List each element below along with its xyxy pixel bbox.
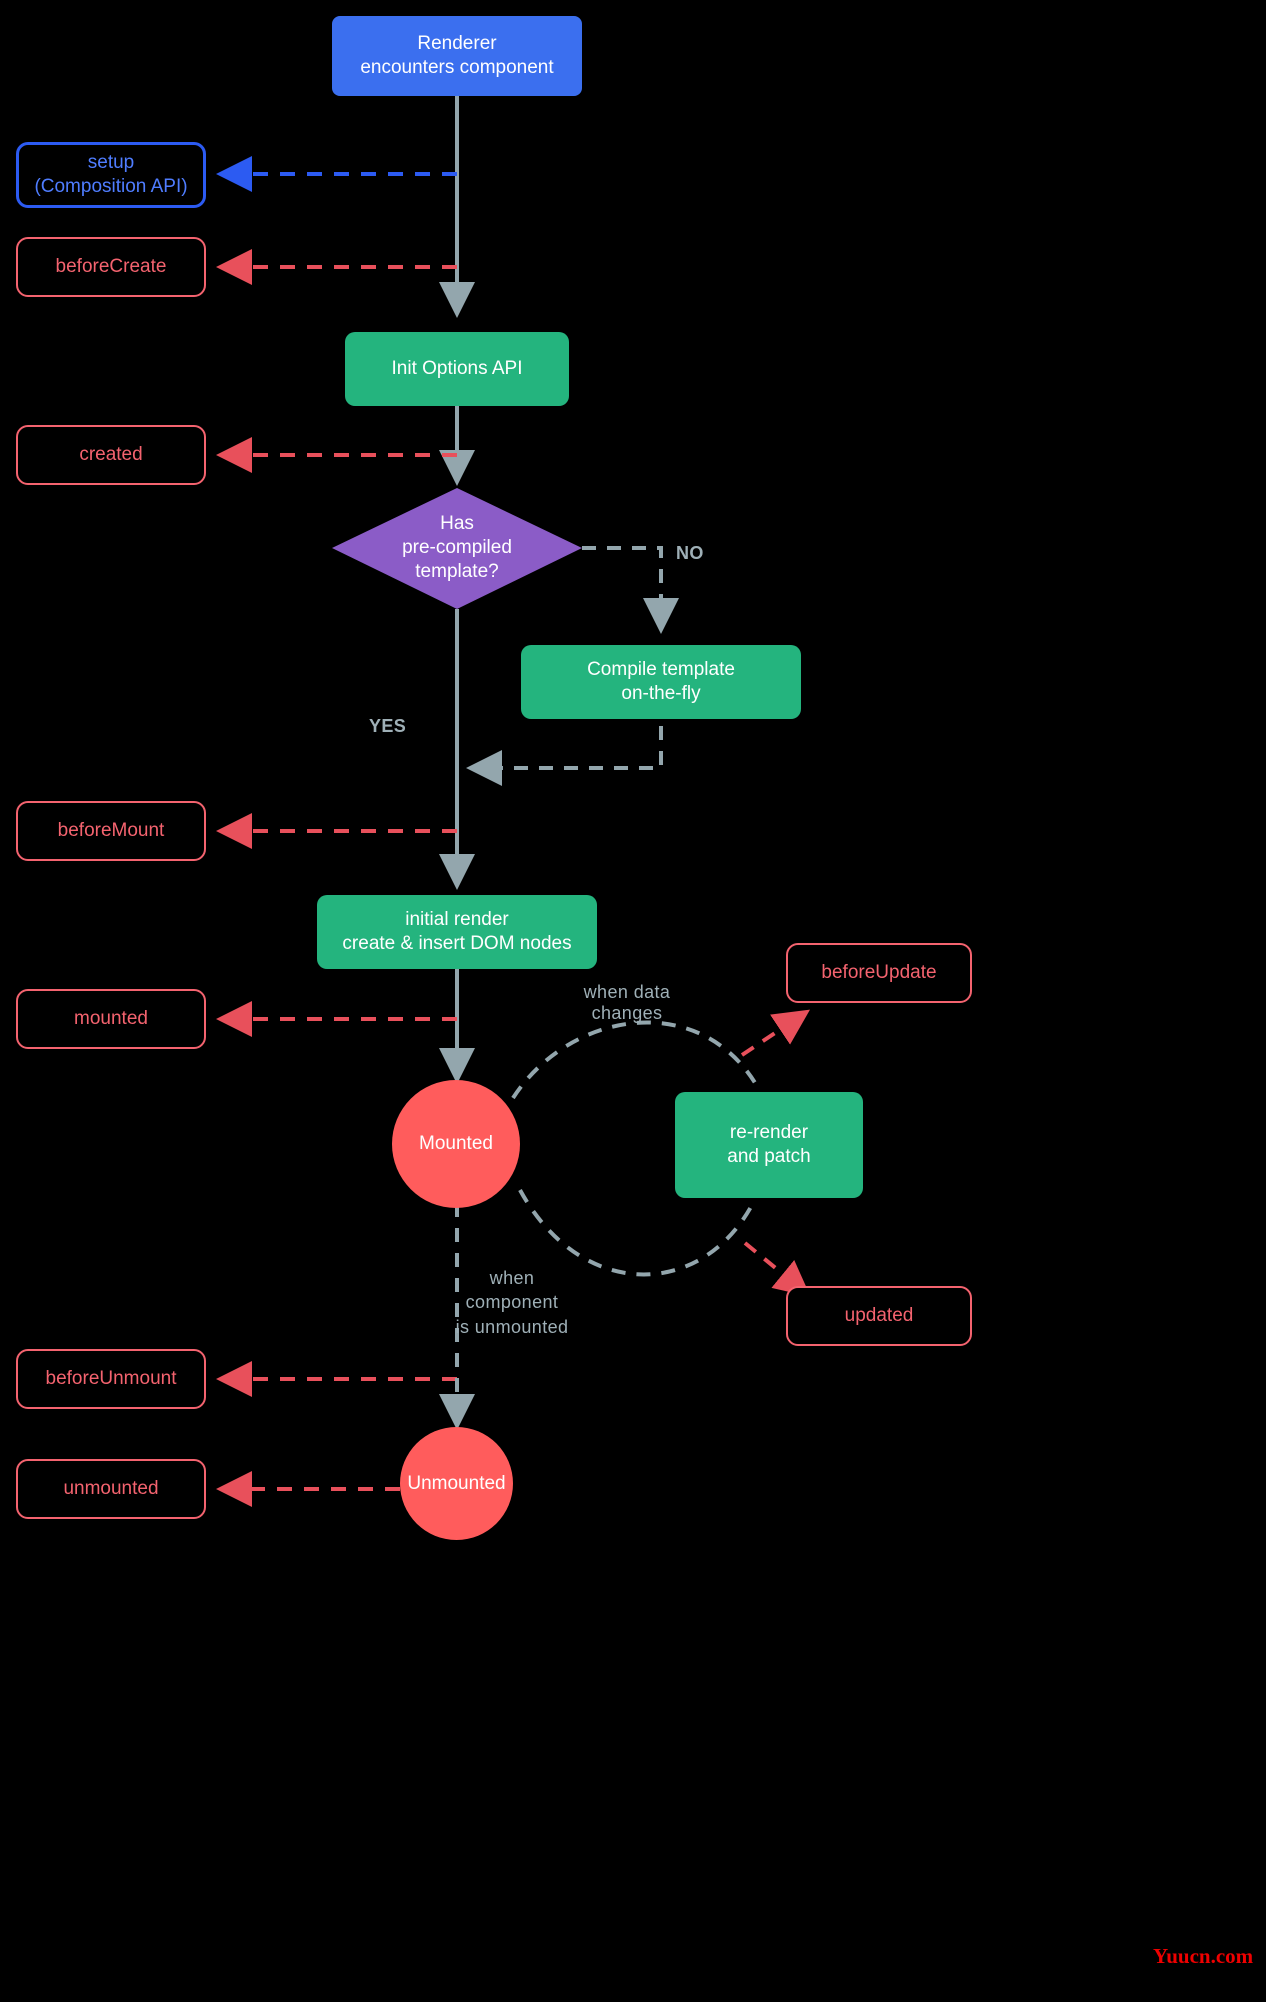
before-update-label: beforeUpdate xyxy=(821,962,937,984)
node-decision-label: Has pre-compiled template? xyxy=(357,508,557,588)
lifecycle-diagram: Renderer encounters component setup (Com… xyxy=(0,0,1266,2002)
node-unmounted-hook: unmounted xyxy=(16,1459,206,1519)
node-created: created xyxy=(16,425,206,485)
before-unmount-label: beforeUnmount xyxy=(45,1368,177,1390)
compile-label-line2: on-the-fly xyxy=(621,683,701,704)
before-create-label: beforeCreate xyxy=(55,256,167,278)
node-mounted-state: Mounted xyxy=(392,1080,520,1208)
node-init-options: Init Options API xyxy=(345,332,569,406)
edge-label-when-data-changes: when data changes xyxy=(562,982,692,1024)
renderer-label-line2: encounters component xyxy=(360,57,554,78)
node-setup: setup (Composition API) xyxy=(16,142,206,208)
node-renderer: Renderer encounters component xyxy=(332,16,582,96)
node-updated: updated xyxy=(786,1286,972,1346)
initial-render-label-line1: initial render xyxy=(405,909,509,931)
decision-label-line3: template? xyxy=(415,560,499,582)
mounted-hook-label: mounted xyxy=(74,1008,148,1030)
node-mounted-hook: mounted xyxy=(16,989,206,1049)
node-initial-render: initial render create & insert DOM nodes xyxy=(317,895,597,969)
node-before-update: beforeUpdate xyxy=(786,943,972,1003)
when-data-changes-line1: when data xyxy=(583,982,671,1002)
node-compile-template: Compile template on-the-fly xyxy=(521,645,801,719)
mounted-state-label: Mounted xyxy=(419,1133,493,1155)
node-before-create: beforeCreate xyxy=(16,237,206,297)
setup-label-line2: (Composition API) xyxy=(34,176,188,197)
setup-label-line1: setup xyxy=(87,152,135,174)
init-options-label: Init Options API xyxy=(391,358,523,380)
node-rerender: re-render and patch xyxy=(675,1092,863,1198)
rerender-label-line1: re-render xyxy=(729,1122,809,1144)
updated-label: updated xyxy=(844,1305,914,1327)
created-label: created xyxy=(79,444,143,466)
when-unmounted-line3: is unmounted xyxy=(455,1316,569,1337)
node-before-mount: beforeMount xyxy=(16,801,206,861)
compile-label-line1: Compile template xyxy=(587,659,735,681)
edge-label-no: NO xyxy=(676,543,704,563)
watermark: Yuucn.com xyxy=(1153,1944,1254,1968)
when-unmounted-line1: when xyxy=(489,1268,535,1288)
initial-render-label-line2: create & insert DOM nodes xyxy=(342,933,572,954)
unmounted-hook-label: unmounted xyxy=(63,1478,159,1500)
node-unmounted-state: Unmounted xyxy=(400,1427,513,1540)
decision-label-line1: Has xyxy=(440,513,474,535)
decision-label-line2: pre-compiled xyxy=(402,537,512,559)
rerender-label-line2: and patch xyxy=(727,1146,811,1167)
edge-label-when-unmounted: when component is unmounted xyxy=(392,1266,632,1339)
unmounted-state-label: Unmounted xyxy=(407,1472,506,1494)
when-data-changes-line2: changes xyxy=(591,1003,663,1023)
renderer-label-line1: Renderer xyxy=(417,33,497,55)
edge-label-yes: YES xyxy=(369,716,407,736)
before-mount-label: beforeMount xyxy=(57,820,165,842)
node-before-unmount: beforeUnmount xyxy=(16,1349,206,1409)
when-unmounted-line2: component xyxy=(465,1292,559,1313)
